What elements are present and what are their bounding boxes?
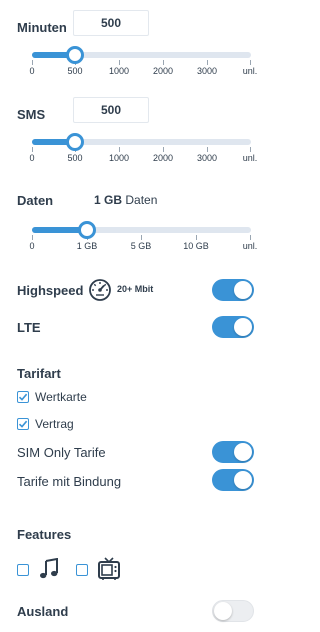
slider-tick [141,235,142,240]
sms-label: SMS [17,107,46,122]
tick-label: 3000 [196,66,218,76]
ausland-toggle[interactable] [212,600,254,622]
tick-label: 0 [29,66,35,76]
tick-label: 2000 [152,66,174,76]
sms-slider-thumb[interactable] [66,133,84,151]
bindung-toggle[interactable] [212,469,254,491]
speedometer-icon [88,278,112,307]
tick-label: unl. [242,66,258,76]
slider-tick [250,147,251,152]
sim-only-toggle[interactable] [212,441,254,463]
minuten-value-input[interactable]: 500 [73,10,149,36]
toggle-knob [234,443,252,461]
slider-tick [250,235,251,240]
vertrag-checkbox[interactable] [17,418,29,430]
slider-tick [163,147,164,152]
slider-tick [196,235,197,240]
tarifart-heading: Tarifart [17,366,61,381]
tick-label: 2000 [152,153,174,163]
slider-tick [32,147,33,152]
highspeed-toggle[interactable] [212,279,254,301]
sms-value-input[interactable]: 500 [73,97,149,123]
toggle-knob [234,318,252,336]
ausland-label: Ausland [17,604,69,619]
features-heading: Features [17,527,72,542]
daten-value-suffix: Daten [125,193,158,207]
music-note-icon [38,557,60,585]
tick-label: unl. [242,153,258,163]
sim-only-label: SIM Only Tarife [17,445,106,460]
highspeed-label: Highspeed [17,283,84,298]
tv-feature-checkbox[interactable] [76,564,88,576]
slider-tick [163,60,164,65]
daten-slider[interactable]: 0 1 GB 5 GB 10 GB unl. [29,218,257,251]
slider-tick [207,60,208,65]
tick-label: 500 [67,153,83,163]
tv-icon [97,557,121,586]
music-feature-checkbox[interactable] [17,564,29,576]
slider-tick [32,60,33,65]
slider-tick [250,60,251,65]
vertrag-label[interactable]: Vertrag [35,417,74,431]
sms-slider[interactable]: 0 500 1000 2000 3000 unl. [29,130,257,163]
daten-slider-thumb[interactable] [78,221,96,239]
toggle-knob [214,602,232,620]
minuten-label: Minuten [17,20,67,35]
toggle-knob [234,281,252,299]
wertkarte-label[interactable]: Wertkarte [35,390,87,404]
tick-label: 5 GB [130,241,152,251]
daten-label: Daten [17,193,54,208]
minuten-slider-thumb[interactable] [66,46,84,64]
slider-tick [32,235,33,240]
slider-tick [119,147,120,152]
tick-label: 1 GB [76,241,98,251]
tick-label: 3000 [196,153,218,163]
tick-label: 0 [29,153,35,163]
slider-tick [119,60,120,65]
lte-toggle[interactable] [212,316,254,338]
tick-label: 500 [67,66,83,76]
wertkarte-checkbox[interactable] [17,391,29,403]
tick-label: 1000 [108,66,130,76]
daten-value-amount: 1 GB [94,193,123,207]
toggle-knob [234,471,252,489]
minuten-slider[interactable]: 0 500 1000 2000 3000 unl. [29,43,257,76]
bindung-label: Tarife mit Bindung [17,474,122,489]
daten-value: 1 GB Daten [94,193,157,207]
highspeed-speed: 20+ Mbit [117,284,154,294]
tick-label: 0 [29,241,35,251]
lte-label: LTE [17,320,41,335]
slider-tick [207,147,208,152]
tick-label: unl. [242,241,258,251]
tick-label: 1000 [108,153,130,163]
tick-label: 10 GB [183,241,209,251]
